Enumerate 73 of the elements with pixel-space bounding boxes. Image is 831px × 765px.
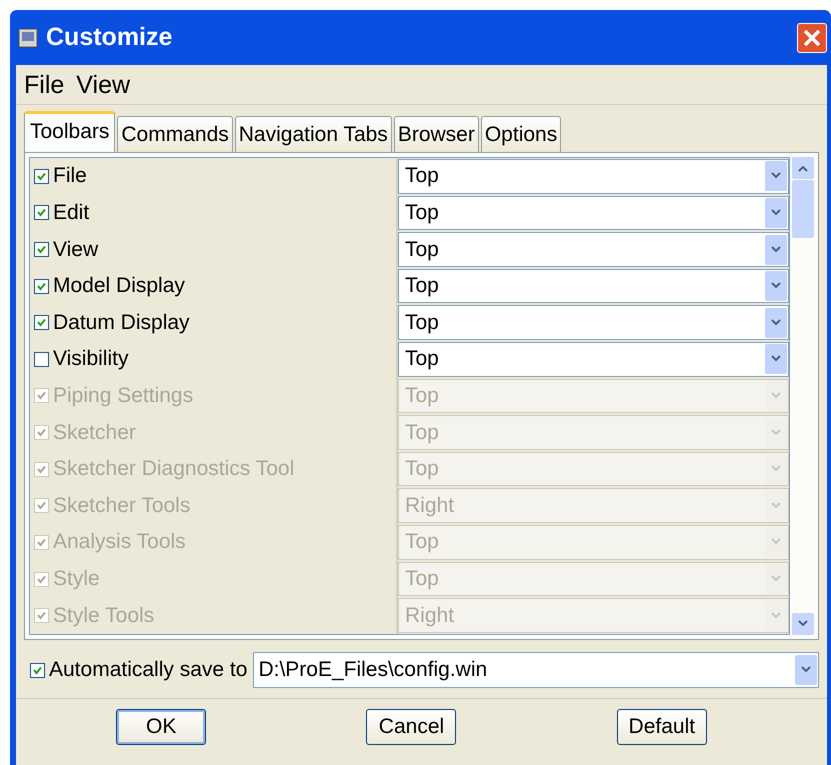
chevron-down-icon (770, 428, 782, 437)
toolbar-name: Sketcher Diagnostics Tool (53, 457, 294, 482)
position-dropdown[interactable]: Top (398, 159, 789, 194)
chevron-down-icon (770, 355, 782, 364)
check-icon (37, 538, 46, 547)
check-icon (37, 464, 46, 474)
window-icon (18, 28, 38, 48)
check-icon (37, 611, 46, 620)
chevron-down-icon (770, 538, 782, 546)
tab[interactable]: Toolbars (24, 111, 116, 153)
chevron-down-icon (770, 208, 782, 217)
toolbar-name: Style (53, 567, 100, 591)
check-icon (37, 501, 46, 510)
checkbox[interactable] (34, 315, 49, 330)
check-icon (37, 391, 46, 400)
chevron-up-icon (797, 164, 809, 172)
path-dropdown[interactable]: D:\ProE_Files\config.win (253, 652, 819, 688)
tab[interactable]: Browser (394, 116, 479, 152)
tab[interactable]: Commands (117, 116, 233, 152)
autosave-label: Automatically save to (49, 658, 248, 682)
chevron-down-icon (770, 392, 782, 400)
chevron-down-icon (770, 246, 782, 254)
menu-item[interactable]: File (24, 71, 64, 100)
position-dropdown[interactable]: Top (398, 305, 789, 340)
toolbar-name: Style Tools (53, 604, 154, 628)
check-icon (37, 282, 46, 291)
check-icon (37, 208, 46, 218)
dialog-button[interactable]: OK (116, 709, 206, 745)
checkbox[interactable] (34, 205, 49, 220)
window-title: Customize (46, 23, 174, 52)
chevron-down-icon (797, 620, 809, 628)
toolbar-name: Analysis Tools (53, 530, 186, 554)
check-icon (37, 318, 46, 328)
toolbar-name: Sketcher (53, 420, 136, 445)
checkbox[interactable] (34, 242, 49, 258)
check-icon (33, 666, 42, 674)
chevron-down-icon (770, 172, 782, 180)
close-button[interactable] (797, 22, 827, 52)
menu-item[interactable]: View (76, 71, 130, 100)
toolbar-name: View (53, 238, 98, 262)
checkbox[interactable] (34, 278, 49, 294)
chevron-down-icon (770, 465, 782, 474)
check-icon (37, 245, 46, 254)
chevron-down-icon (770, 318, 782, 327)
scroll-thumb[interactable] (792, 180, 814, 238)
chevron-down-icon (770, 575, 782, 583)
chevron-down-icon (800, 666, 812, 674)
toolbar-name: Visibility (53, 347, 128, 372)
position-dropdown[interactable]: Top (398, 232, 789, 267)
toolbar-name: Piping Settings (53, 384, 194, 408)
close-icon (802, 28, 822, 48)
tab[interactable]: Options (480, 116, 562, 152)
check-icon (37, 428, 46, 438)
dialog-button[interactable]: Default (616, 709, 707, 745)
toolbar-name: Datum Display (53, 310, 190, 335)
chevron-down-icon (770, 282, 782, 290)
toolbar-name: Sketcher Tools (53, 494, 190, 518)
position-dropdown[interactable]: Top (398, 342, 789, 377)
chevron-down-icon (770, 502, 782, 510)
dialog-button[interactable]: Cancel (366, 709, 456, 745)
scrollbar[interactable] (792, 157, 814, 635)
check-icon (37, 574, 46, 584)
toolbar-name: Model Display (53, 274, 185, 298)
checkbox[interactable] (34, 352, 49, 367)
toolbar-name: File (53, 164, 87, 188)
chevron-down-icon (770, 612, 782, 620)
position-dropdown[interactable]: Top (398, 268, 789, 304)
tab[interactable]: Navigation Tabs (234, 116, 392, 152)
position-dropdown[interactable]: Top (398, 196, 789, 230)
checkbox[interactable] (30, 662, 45, 678)
check-icon (37, 172, 46, 181)
toolbar-name: Edit (53, 200, 90, 225)
checkbox[interactable] (34, 168, 49, 184)
